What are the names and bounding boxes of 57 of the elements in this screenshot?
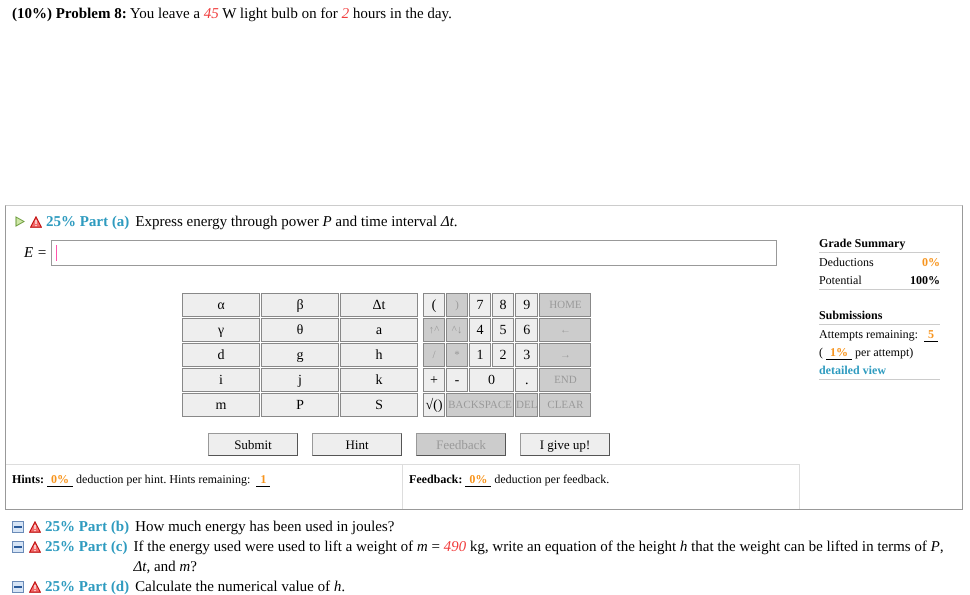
keypad-key[interactable]: ( [424, 294, 444, 316]
keypad-key[interactable]: 6 [516, 319, 538, 341]
keypad-key[interactable]: j [262, 369, 338, 391]
warning-icon [29, 581, 41, 593]
collapse-icon[interactable] [12, 581, 24, 593]
keypad-key[interactable]: 3 [516, 344, 538, 366]
warning-icon [30, 216, 42, 228]
keypad-key[interactable]: 7 [470, 294, 490, 316]
keypad-key[interactable]: . [516, 369, 538, 391]
keypad-key[interactable]: d [183, 344, 259, 366]
answer-field[interactable] [51, 240, 778, 266]
keypad-key[interactable]: 1 [470, 344, 490, 366]
attempts-text: Attempts remaining: 5 ( 1% per attempt) [819, 325, 940, 361]
keypad-key[interactable]: h [341, 344, 417, 366]
collapse-icon[interactable] [12, 521, 24, 533]
part-prompt: Express energy through power P and time interval Δt. [135, 213, 459, 232]
problem-statement: (10%) Problem 8: You leave a 45 W light bulb on for 2 hours in the day. [12, 6, 452, 22]
submit-button[interactable]: Submit [208, 433, 298, 456]
keypad-key[interactable]: - [447, 369, 467, 391]
hint-button[interactable]: Hint [312, 433, 402, 456]
keypad-key[interactable]: S [341, 394, 417, 416]
keypad-key[interactable]: β [262, 294, 338, 316]
keypad-key[interactable]: a [341, 319, 417, 341]
keypad-key[interactable]: γ [183, 319, 259, 341]
keypad-key[interactable]: α [183, 294, 259, 316]
summary-value: 0% [922, 254, 940, 271]
part-prompt: How much energy has been used in joules? [135, 518, 396, 537]
play-icon[interactable] [15, 216, 25, 227]
give-up-button[interactable]: I give up! [520, 433, 610, 456]
keypad-key[interactable]: i [183, 369, 259, 391]
keypad-key[interactable]: P [262, 394, 338, 416]
keypad-key[interactable]: k [341, 369, 417, 391]
part-prompt: If the energy used were used to lift a weight of m = 490 kg, write an equation of the height h that the weight can be lifted in terms of P, Δt, and m? [133, 538, 945, 577]
keypad-key[interactable]: 5 [493, 319, 513, 341]
hints-text: Hints: 0% deduction per hint. Hints remaining: 1 [12, 472, 270, 486]
keypad-key[interactable]: m [183, 394, 259, 416]
keypad-key[interactable]: 9 [516, 294, 538, 316]
summary-value: 100% [910, 272, 940, 289]
collapse-icon[interactable] [12, 541, 24, 553]
feedback-text: Feedback: 0% deduction per feedback. [409, 472, 610, 486]
answer-label: E = [24, 244, 48, 263]
summary-label: Deductions [819, 254, 874, 271]
keypad-key[interactable]: + [424, 369, 444, 391]
keypad-key[interactable]: Δt [341, 294, 417, 316]
keypad-key[interactable]: θ [262, 319, 338, 341]
keypad-key[interactable]: 8 [493, 294, 513, 316]
grade-summary-title: Grade Summary [819, 234, 940, 253]
warning-icon [29, 521, 41, 533]
keypad-key[interactable]: 0 [470, 369, 513, 391]
keypad-key[interactable]: 4 [470, 319, 490, 341]
submissions-title: Submissions [819, 306, 940, 325]
keypad-key[interactable]: √() [424, 394, 444, 416]
part-prompt: Calculate the numerical value of h. [135, 578, 346, 595]
keypad-key[interactable]: 2 [493, 344, 513, 366]
keypad-key[interactable]: g [262, 344, 338, 366]
summary-label: Potential [819, 272, 862, 289]
warning-icon [29, 541, 41, 553]
